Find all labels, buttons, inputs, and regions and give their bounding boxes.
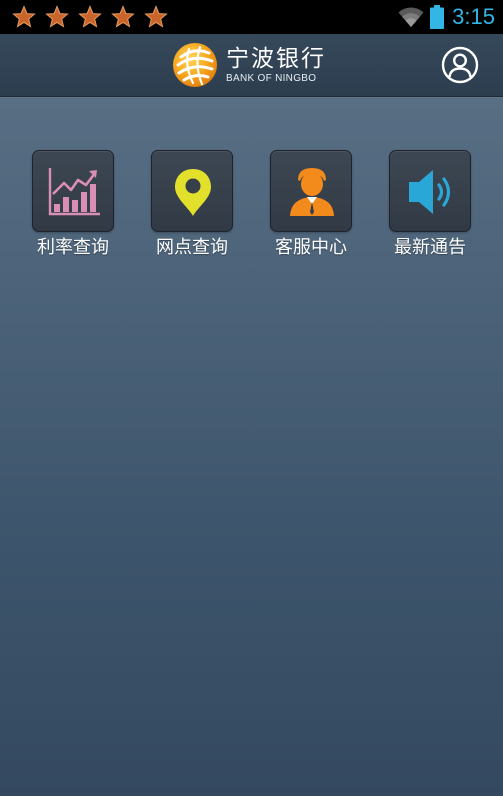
brand-name: 宁波银行 [226, 45, 326, 72]
star-icon [111, 5, 135, 28]
star-icon [12, 5, 36, 28]
rate-chart-icon [48, 168, 100, 216]
speaker-icon [409, 170, 451, 214]
brand: 宁波银行 BANK OF NINGBO [172, 42, 326, 88]
system-tray: 3:15 [398, 0, 495, 34]
user-profile-icon[interactable] [441, 46, 479, 84]
location-pin-icon [175, 169, 211, 216]
menu-tile[interactable] [151, 150, 233, 232]
star-icon [78, 5, 102, 28]
menu-item-label: 客服中心 [275, 237, 347, 258]
status-bar: 3:15 [0, 0, 503, 34]
wifi-icon [398, 7, 424, 28]
menu-tile[interactable] [270, 150, 352, 232]
star-icon [144, 5, 168, 28]
battery-icon [430, 5, 445, 29]
menu-item-branch-query[interactable]: 网点查询 [129, 150, 239, 265]
menu-tile[interactable] [32, 150, 114, 232]
menu-item-label: 利率查询 [37, 237, 109, 258]
main-menu: 利率查询 网点查询 客服中心 最新通告 [0, 150, 503, 270]
star-icon [45, 5, 69, 28]
brand-text: 宁波银行 BANK OF NINGBO [226, 46, 326, 85]
menu-item-latest-notice[interactable]: 最新通告 [367, 150, 477, 265]
menu-item-customer-service[interactable]: 客服中心 [248, 150, 358, 265]
app-header: 宁波银行 BANK OF NINGBO [0, 34, 503, 97]
menu-item-rate-query[interactable]: 利率查询 [10, 150, 120, 265]
customer-service-icon [290, 168, 334, 216]
menu-item-label: 最新通告 [394, 237, 466, 258]
menu-tile[interactable] [389, 150, 471, 232]
notification-icons [12, 4, 168, 30]
brand-name-en: BANK OF NINGBO [226, 72, 317, 84]
status-time: 3:15 [452, 4, 495, 29]
menu-item-label: 网点查询 [156, 237, 228, 258]
bank-logo-icon [173, 43, 217, 87]
